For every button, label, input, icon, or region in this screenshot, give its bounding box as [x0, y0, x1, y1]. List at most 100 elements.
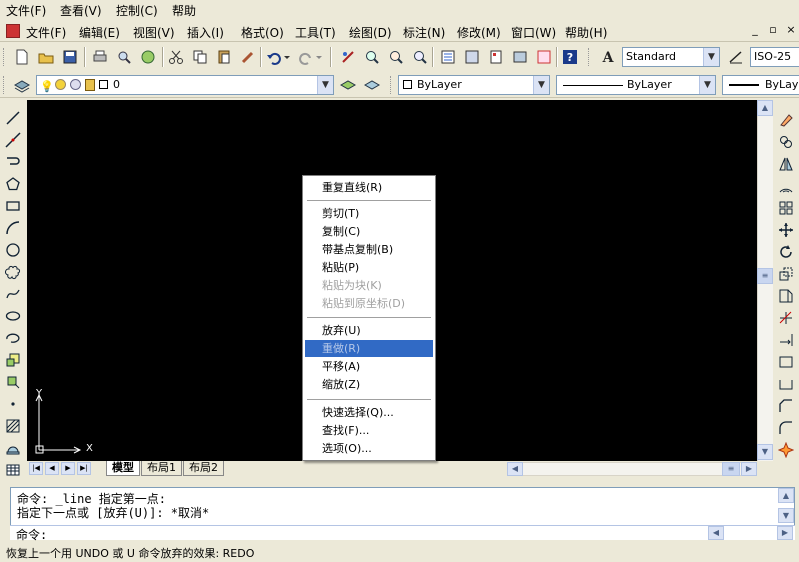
- break-icon[interactable]: [776, 374, 796, 394]
- chevron-down-icon[interactable]: ▼: [317, 76, 333, 94]
- toolbar-gripper[interactable]: [390, 76, 393, 94]
- menu-dimension[interactable]: 标注(N): [403, 24, 445, 41]
- tool-palettes-icon[interactable]: [486, 47, 506, 67]
- point-icon[interactable]: [3, 394, 23, 414]
- menu-format[interactable]: 格式(O): [241, 24, 284, 41]
- context-menu-item[interactable]: 复制(C): [305, 223, 433, 240]
- markup-icon[interactable]: [534, 47, 554, 67]
- help-icon[interactable]: ?: [560, 47, 580, 67]
- lightbulb-icon[interactable]: 💡: [40, 78, 54, 94]
- move-icon[interactable]: [776, 220, 796, 240]
- offset-icon[interactable]: [776, 176, 796, 196]
- chevron-down-icon[interactable]: ▼: [699, 76, 715, 94]
- menu-edit[interactable]: 编辑(E): [79, 24, 120, 41]
- vertical-scrollbar[interactable]: ▲ ≡ ▼: [757, 100, 773, 461]
- command-scroll-down-icon[interactable]: ▼: [778, 508, 794, 523]
- properties-icon[interactable]: [438, 47, 458, 67]
- scroll-up-icon[interactable]: ▲: [757, 100, 773, 116]
- toolbar-gripper[interactable]: [3, 76, 6, 94]
- rotate-icon[interactable]: [776, 242, 796, 262]
- menu-tools[interactable]: 工具(T): [295, 24, 336, 41]
- last-tab-icon[interactable]: ▶|: [77, 462, 91, 475]
- scroll-thumb[interactable]: ≡: [757, 268, 773, 284]
- restore-button[interactable]: ▫: [766, 23, 780, 37]
- layer-previous-icon[interactable]: [362, 75, 382, 95]
- open-icon[interactable]: [36, 47, 56, 67]
- rectangle-icon[interactable]: [3, 196, 23, 216]
- paste-icon[interactable]: [214, 47, 234, 67]
- context-menu-item[interactable]: 粘贴(P): [305, 259, 433, 276]
- menu-help[interactable]: 帮助(H): [565, 24, 607, 41]
- chevron-down-icon[interactable]: ▼: [703, 48, 719, 66]
- lineweight-combo[interactable]: ByLayer: [722, 75, 799, 95]
- polygon-icon[interactable]: [3, 174, 23, 194]
- chevron-down-icon[interactable]: ▼: [533, 76, 549, 94]
- revision-cloud-icon[interactable]: [3, 262, 23, 282]
- chamfer-icon[interactable]: [776, 396, 796, 416]
- scroll-left-icon[interactable]: ◀: [507, 462, 523, 476]
- first-tab-icon[interactable]: |◀: [29, 462, 43, 475]
- layer-color-swatch[interactable]: [99, 80, 108, 89]
- sun-icon[interactable]: [55, 79, 66, 90]
- tab-layout1[interactable]: 布局1: [141, 461, 182, 476]
- cut-icon[interactable]: [166, 47, 186, 67]
- tab-model[interactable]: 模型: [106, 461, 140, 476]
- new-icon[interactable]: [12, 47, 32, 67]
- hatch-icon[interactable]: [3, 416, 23, 436]
- insert-block-icon[interactable]: [3, 350, 23, 370]
- menu-modify[interactable]: 修改(M): [457, 24, 501, 41]
- region-icon[interactable]: [3, 438, 23, 458]
- stretch-icon[interactable]: [776, 286, 796, 306]
- dim-style-icon[interactable]: [726, 47, 746, 67]
- command-input[interactable]: 命令: ◀ ▶: [10, 525, 795, 542]
- scroll-right-icon[interactable]: ▶: [741, 462, 757, 476]
- toolbar-gripper[interactable]: [588, 48, 591, 66]
- dim-style-combo[interactable]: ISO-25: [750, 47, 799, 67]
- context-menu-item[interactable]: 快速选择(Q)...: [305, 404, 433, 421]
- table-icon[interactable]: [3, 460, 23, 480]
- freeze-viewport-icon[interactable]: [70, 79, 81, 90]
- match-properties-icon[interactable]: [238, 47, 258, 67]
- horizontal-scrollbar[interactable]: ◀ ≡ ▶: [507, 462, 757, 476]
- publish-icon[interactable]: [138, 47, 158, 67]
- fillet-icon[interactable]: [776, 418, 796, 438]
- zoom-previous-icon[interactable]: [410, 47, 430, 67]
- arc-icon[interactable]: [3, 218, 23, 238]
- next-tab-icon[interactable]: ▶: [61, 462, 75, 475]
- extend-icon[interactable]: [776, 330, 796, 350]
- outer-menu-view[interactable]: 查看(V): [60, 2, 102, 19]
- spline-icon[interactable]: [3, 284, 23, 304]
- menu-draw[interactable]: 绘图(D): [349, 24, 392, 41]
- save-icon[interactable]: [60, 47, 80, 67]
- outer-menu-file[interactable]: 文件(F): [6, 2, 46, 19]
- zoom-window-icon[interactable]: [386, 47, 406, 67]
- hscroll-thumb[interactable]: ≡: [722, 462, 740, 476]
- make-current-layer-icon[interactable]: [338, 75, 358, 95]
- array-icon[interactable]: [776, 198, 796, 218]
- context-menu-item[interactable]: 带基点复制(B): [305, 241, 433, 258]
- line-icon[interactable]: [3, 108, 23, 128]
- mirror-icon[interactable]: [776, 154, 796, 174]
- break-at-point-icon[interactable]: [776, 352, 796, 372]
- toolbar-gripper[interactable]: [3, 48, 6, 66]
- construction-line-icon[interactable]: [3, 130, 23, 150]
- previous-tab-icon[interactable]: ◀: [45, 462, 59, 475]
- redo-icon[interactable]: [296, 47, 316, 67]
- menu-file[interactable]: 文件(F): [26, 24, 66, 41]
- circle-icon[interactable]: [3, 240, 23, 260]
- tab-layout2[interactable]: 布局2: [183, 461, 224, 476]
- menu-insert[interactable]: 插入(I): [187, 24, 224, 41]
- undo-icon[interactable]: [264, 47, 284, 67]
- color-combo[interactable]: ByLayer ▼: [398, 75, 550, 95]
- layer-manager-icon[interactable]: [12, 75, 32, 95]
- copy-object-icon[interactable]: [776, 132, 796, 152]
- context-menu-item[interactable]: 查找(F)...: [305, 422, 433, 439]
- make-block-icon[interactable]: [3, 372, 23, 392]
- text-style-icon[interactable]: A: [598, 47, 618, 67]
- context-menu-item[interactable]: 选项(O)...: [305, 440, 433, 457]
- context-menu-item[interactable]: 缩放(Z): [305, 376, 433, 393]
- context-menu-item[interactable]: 剪切(T): [305, 205, 433, 222]
- text-style-combo[interactable]: Standard ▼: [622, 47, 720, 67]
- copy-icon[interactable]: [190, 47, 210, 67]
- ellipse-arc-icon[interactable]: [3, 328, 23, 348]
